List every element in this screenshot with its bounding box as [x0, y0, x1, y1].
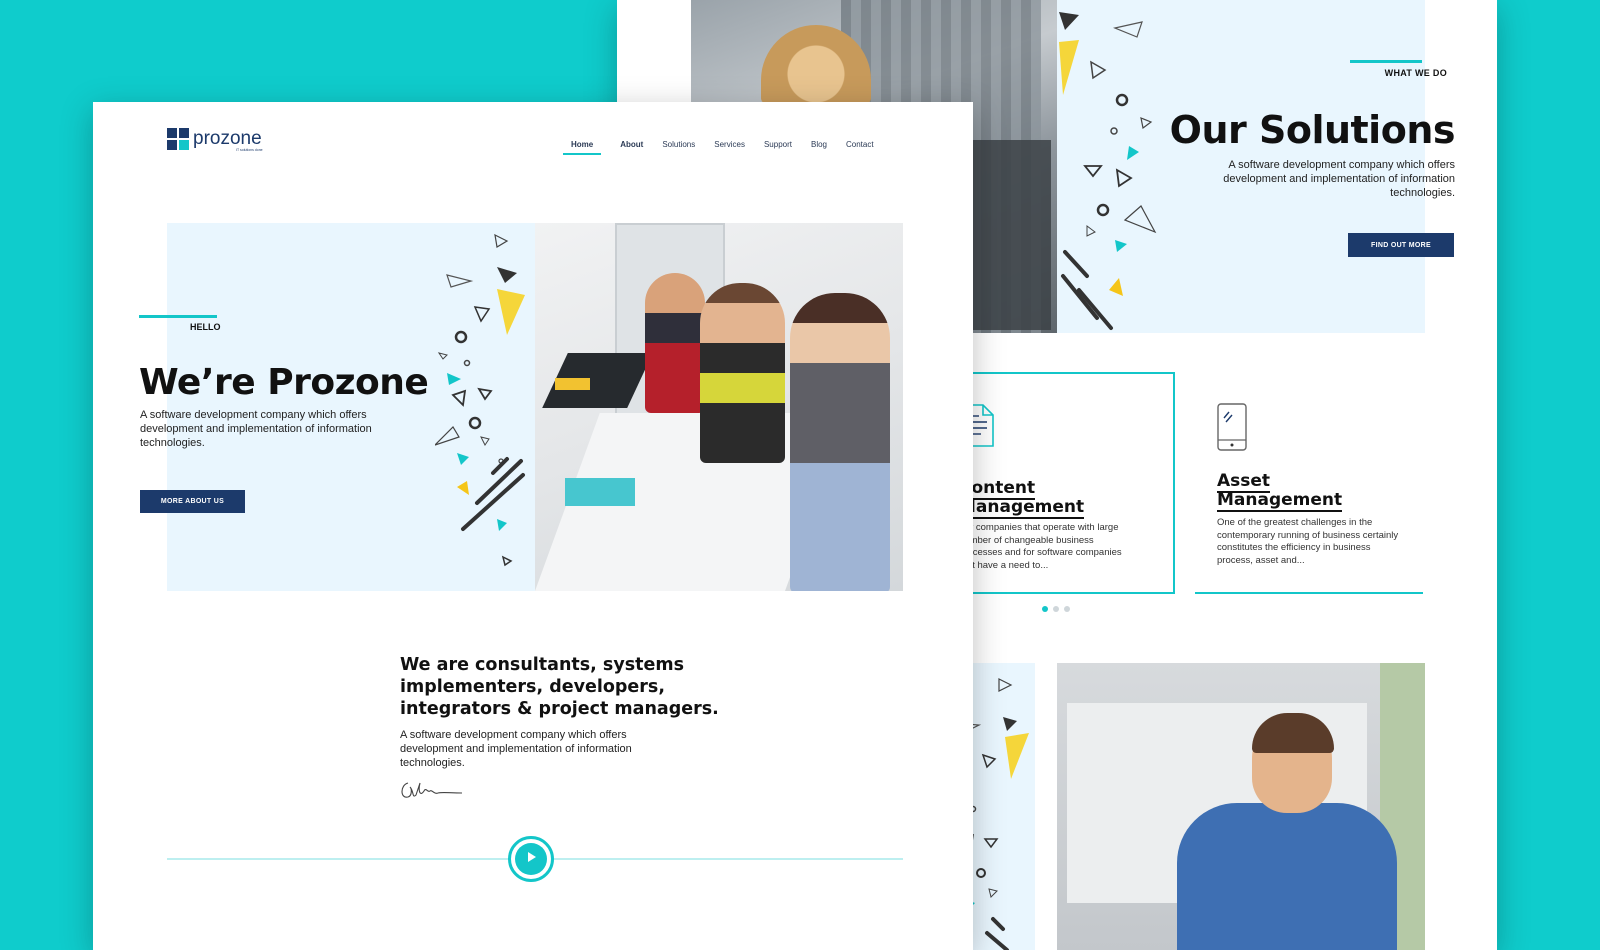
- play-button-inner: [515, 843, 547, 875]
- find-out-more-button[interactable]: FIND OUT MORE: [1348, 233, 1454, 257]
- solution-card-content-management[interactable]: Content Management For companies that op…: [947, 372, 1175, 594]
- signature-icon: [398, 777, 464, 808]
- card-title: Content Management: [959, 478, 1169, 519]
- team-meeting-photo: [535, 223, 903, 591]
- nav-contact[interactable]: Contact: [846, 140, 874, 155]
- solutions-title: Our Solutions: [1169, 108, 1456, 152]
- front-page-preview: prozone IT solutions done Home About Sol…: [93, 102, 973, 950]
- nav-home[interactable]: Home: [563, 140, 602, 155]
- photo-person-2: [700, 283, 785, 463]
- hero-panel: [167, 223, 535, 591]
- play-icon: [525, 850, 537, 868]
- logo[interactable]: prozone: [167, 128, 262, 150]
- card-text: One of the greatest challenges in the co…: [1217, 517, 1399, 566]
- card-title-line2: Management: [959, 497, 1085, 519]
- nav-solutions[interactable]: Solutions: [662, 140, 695, 155]
- section-accent-line: [1350, 60, 1422, 63]
- hello-accent-line: [139, 315, 217, 318]
- nav-services[interactable]: Services: [714, 140, 745, 155]
- card-title: Asset Management: [1217, 471, 1427, 512]
- card-text: For companies that operate with large nu…: [959, 522, 1122, 571]
- more-about-us-button[interactable]: MORE ABOUT US: [140, 490, 245, 513]
- hero-description: A software development company which off…: [140, 409, 372, 449]
- carousel-dots: [1042, 606, 1070, 612]
- nav-blog[interactable]: Blog: [811, 140, 827, 155]
- photo-notebook: [565, 478, 635, 506]
- carousel-dot[interactable]: [1042, 606, 1048, 612]
- photo-person-1: [645, 273, 705, 413]
- carousel-dot[interactable]: [1064, 606, 1070, 612]
- logo-text: prozone: [193, 128, 262, 149]
- nav-about[interactable]: About: [620, 140, 643, 155]
- solutions-description: A software development company which off…: [1223, 159, 1455, 199]
- nav-support[interactable]: Support: [764, 140, 792, 155]
- photo-yellow-book: [555, 378, 590, 390]
- decorative-shapes: [435, 233, 525, 567]
- card-title-line2: Management: [1217, 490, 1343, 512]
- hero-title: We’re Prozone: [139, 362, 429, 403]
- photo-person-3: [790, 293, 890, 591]
- section-label: WHAT WE DO: [1384, 68, 1447, 78]
- about-description: A software development company which off…: [400, 729, 632, 769]
- mobile-phone-icon: [1215, 402, 1249, 457]
- solution-card-asset-management[interactable]: Asset Management One of the greatest cha…: [1195, 372, 1423, 594]
- photo-man-shirt: [1177, 803, 1397, 950]
- decorative-shapes: [1059, 12, 1157, 330]
- logo-mark-icon: [167, 128, 189, 150]
- main-nav: Home About Solutions Services Support Bl…: [563, 140, 893, 155]
- play-video-button[interactable]: [508, 836, 554, 882]
- carousel-dot[interactable]: [1053, 606, 1059, 612]
- about-heading: We are consultants, systems implementers…: [400, 655, 719, 719]
- developer-photo: [1057, 663, 1425, 950]
- hero-label: HELLO: [190, 322, 221, 332]
- logo-tagline: IT solutions done: [236, 148, 263, 152]
